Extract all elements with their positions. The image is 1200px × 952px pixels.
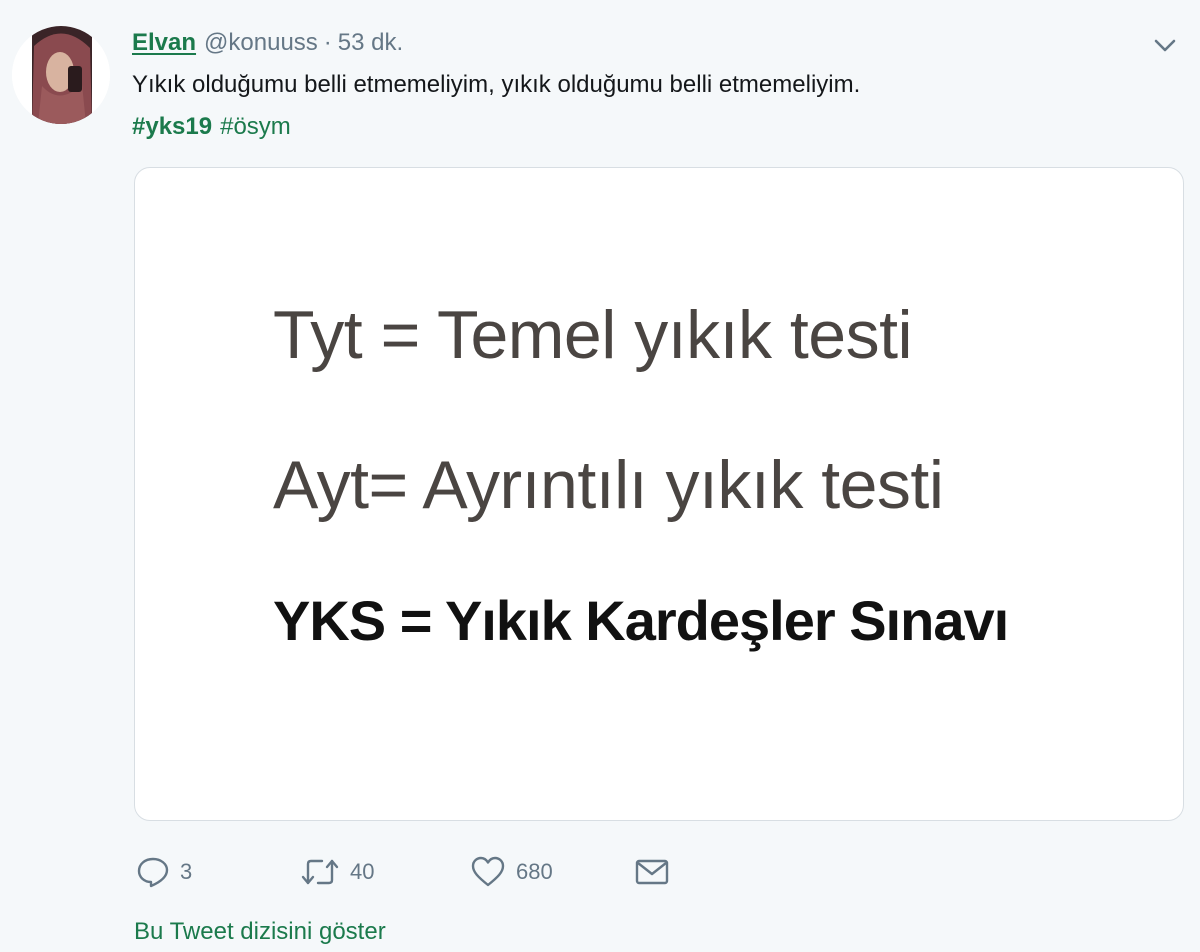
avatar-image — [12, 26, 110, 124]
envelope-icon — [635, 859, 669, 885]
retweet-arrows-icon — [301, 859, 339, 885]
chevron-down-icon[interactable] — [1150, 30, 1180, 60]
media-image[interactable]: Tyt = Temel yıkık testi Ayt= Ayrıntılı y… — [134, 167, 1184, 821]
show-thread-link[interactable]: Bu Tweet dizisini göster — [134, 918, 386, 946]
timestamp[interactable]: 53 dk. — [338, 29, 403, 56]
reply-button[interactable]: 3 — [136, 850, 192, 894]
direct-message-button[interactable] — [634, 850, 670, 894]
separator-dot: · — [323, 29, 332, 56]
like-count: 680 — [516, 859, 553, 884]
avatar[interactable] — [12, 26, 110, 124]
media-text-line: YKS = Yıkık Kardeşler Sınavı — [273, 589, 1009, 652]
like-button[interactable]: 680 — [470, 850, 553, 894]
user-handle[interactable]: @konuuss — [204, 29, 318, 56]
display-name[interactable]: Elvan — [132, 29, 196, 56]
retweet-button[interactable]: 40 — [300, 850, 374, 894]
hashtag-link[interactable]: #yks19 — [132, 113, 212, 140]
hashtag-link[interactable]: #ösym — [220, 113, 291, 140]
tweet: Elvan @konuuss · 53 dk. Yıkık olduğumu bell… — [0, 0, 1200, 952]
retweet-count: 40 — [350, 859, 375, 884]
speech-bubble-icon — [137, 857, 169, 888]
media-text-line: Ayt= Ayrıntılı yıkık testi — [273, 447, 944, 523]
tweet-header: Elvan @konuuss · 53 dk. — [132, 28, 403, 58]
reply-count: 3 — [180, 859, 193, 884]
heart-icon — [471, 856, 505, 887]
hashtags: #yks19 #ösym — [132, 110, 291, 144]
tweet-text: Yıkık olduğumu belli etmemeliyim, yıkık … — [132, 71, 861, 98]
media-text-line: Tyt = Temel yıkık testi — [273, 297, 913, 373]
